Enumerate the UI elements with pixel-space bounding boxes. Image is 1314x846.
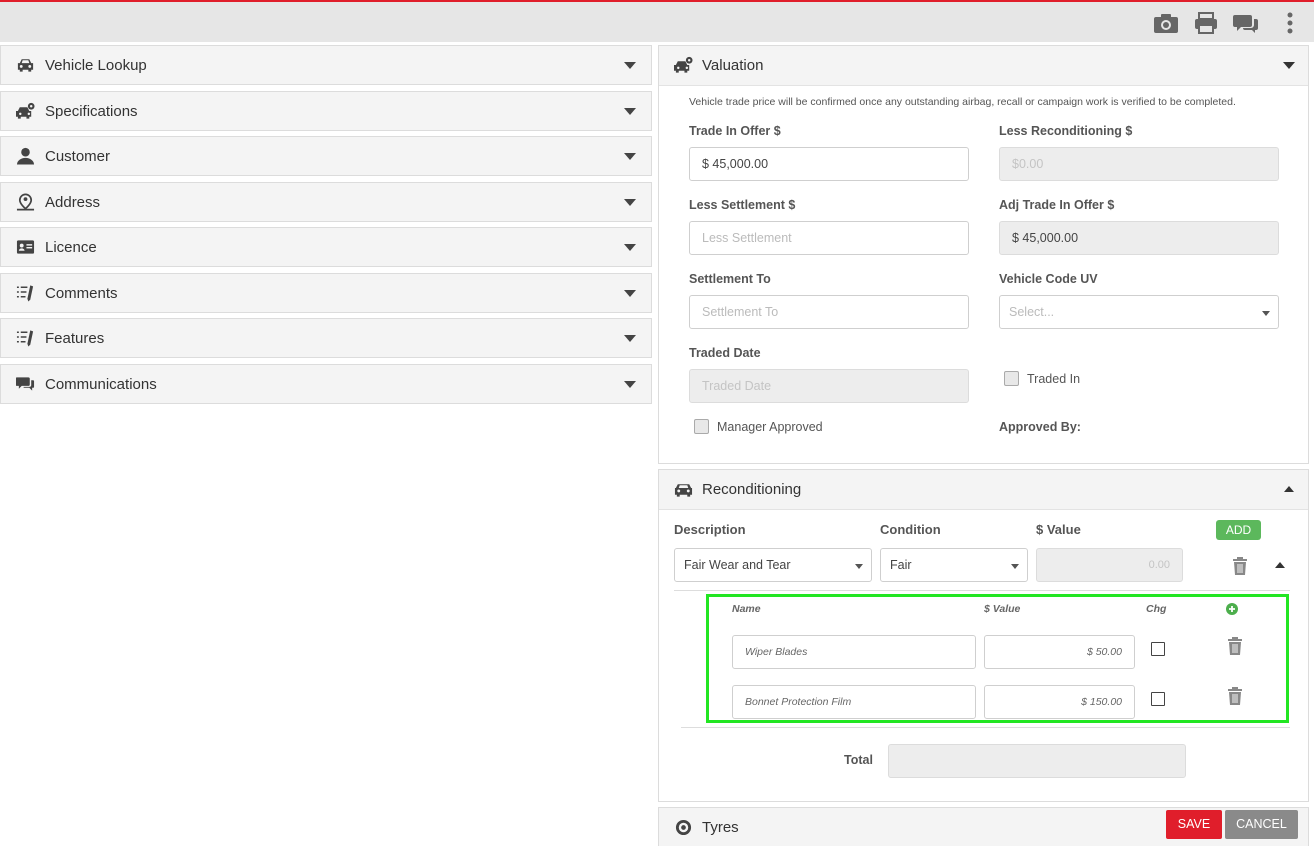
accordion-label: Customer [45, 148, 111, 165]
accordion-customer[interactable]: Customer [0, 136, 652, 176]
total-input [888, 744, 1186, 778]
chevron-down-icon [624, 153, 636, 160]
car-icon [674, 480, 693, 498]
more-vertical-icon[interactable] [1278, 12, 1302, 34]
chevron-down-icon [855, 564, 863, 569]
adj-trade-in-input: $ 45,000.00 [999, 221, 1279, 255]
accordion-label: Address [45, 193, 101, 211]
trade-in-offer-label: Trade In Offer $ [689, 124, 781, 138]
accordion-features[interactable]: Features [0, 318, 652, 358]
trade-in-offer-input[interactable]: $ 45,000.00 [689, 147, 969, 181]
row-value-input: 0.00 [1036, 548, 1183, 582]
chevron-down-icon [1262, 311, 1270, 316]
highlight-box [706, 594, 1289, 723]
print-icon[interactable] [1193, 12, 1219, 34]
add-button[interactable]: ADD [1216, 520, 1261, 540]
vehicle-code-select[interactable]: Select... [999, 295, 1279, 329]
checklist-pen-icon [16, 329, 35, 347]
traded-in-label: Traded In [1027, 372, 1081, 386]
chevron-down-icon [624, 335, 636, 342]
panel-title: Valuation [702, 57, 764, 74]
camera-icon[interactable] [1153, 12, 1179, 34]
chevron-down-icon [624, 244, 636, 251]
id-card-icon [16, 238, 35, 256]
accordion-label: Vehicle Lookup [45, 57, 147, 74]
chat-icon[interactable] [1233, 12, 1259, 34]
valuation-note: Vehicle trade price will be confirmed on… [689, 96, 1236, 108]
chevron-down-icon [624, 107, 636, 115]
col-description-header: Description [674, 522, 746, 537]
chevron-down-icon [1011, 564, 1019, 569]
accordion-label: Communications [45, 375, 157, 393]
chevron-down-icon [624, 289, 636, 297]
chevron-up-icon [1284, 486, 1294, 492]
divider [674, 590, 1290, 591]
chat-icon [15, 375, 35, 393]
panel-title: Tyres [702, 819, 739, 836]
car-settings-icon [16, 102, 35, 120]
chevron-down-icon [1283, 62, 1295, 69]
accordion-label: Features [45, 330, 105, 347]
approved-by-label: Approved By: [999, 420, 1081, 434]
col-value-header: $ Value [1036, 522, 1081, 537]
vehicle-code-label: Vehicle Code UV [999, 272, 1098, 286]
accordion-vehicle-lookup[interactable]: Vehicle Lookup [0, 45, 652, 85]
accordion-label: Specifications [45, 102, 138, 120]
top-toolbar [0, 0, 1314, 42]
divider [681, 727, 1290, 728]
checklist-pen-icon [16, 284, 35, 302]
less-reconditioning-label: Less Reconditioning $ [999, 124, 1133, 138]
save-button[interactable]: SAVE [1166, 810, 1222, 839]
car-settings-icon [674, 56, 693, 74]
accordion-licence[interactable]: Licence [0, 227, 652, 267]
car-icon [16, 56, 35, 74]
accordion-label: Licence [45, 239, 97, 256]
location-user-icon [16, 193, 35, 211]
traded-date-input: Traded Date [689, 369, 969, 403]
chevron-down-icon [624, 198, 636, 206]
manager-approved-label: Manager Approved [717, 420, 823, 434]
adj-trade-in-label: Adj Trade In Offer $ [999, 198, 1115, 212]
manager-approved-checkbox[interactable] [694, 419, 709, 434]
reconditioning-header[interactable]: Reconditioning [659, 470, 1308, 510]
less-settlement-input[interactable]: Less Settlement [689, 221, 969, 255]
accordion-label: Comments [45, 284, 118, 302]
collapse-row-icon[interactable] [1275, 562, 1285, 568]
less-settlement-label: Less Settlement $ [689, 198, 796, 212]
accordion-address[interactable]: Address [0, 181, 652, 222]
trash-icon[interactable] [1232, 557, 1248, 575]
traded-date-label: Traded Date [689, 346, 761, 360]
settlement-to-input[interactable]: Settlement To [689, 295, 969, 329]
tyre-icon [675, 819, 692, 836]
panel-title: Reconditioning [702, 481, 802, 498]
chevron-down-icon [624, 380, 636, 388]
chevron-down-icon [624, 62, 636, 69]
col-condition-header: Condition [880, 522, 941, 537]
user-icon [16, 147, 35, 165]
left-accordion: Vehicle Lookup Specifications Customer A… [0, 45, 652, 409]
accordion-communications[interactable]: Communications [0, 363, 652, 404]
traded-in-checkbox[interactable] [1004, 371, 1019, 386]
accordion-comments[interactable]: Comments [0, 272, 652, 313]
description-select[interactable]: Fair Wear and Tear [674, 548, 872, 582]
settlement-to-label: Settlement To [689, 272, 771, 286]
valuation-header[interactable]: Valuation [659, 46, 1308, 86]
condition-select[interactable]: Fair [880, 548, 1028, 582]
accordion-specifications[interactable]: Specifications [0, 90, 652, 131]
cancel-button[interactable]: CANCEL [1225, 810, 1298, 839]
less-reconditioning-input: $0.00 [999, 147, 1279, 181]
total-label: Total [844, 753, 873, 767]
